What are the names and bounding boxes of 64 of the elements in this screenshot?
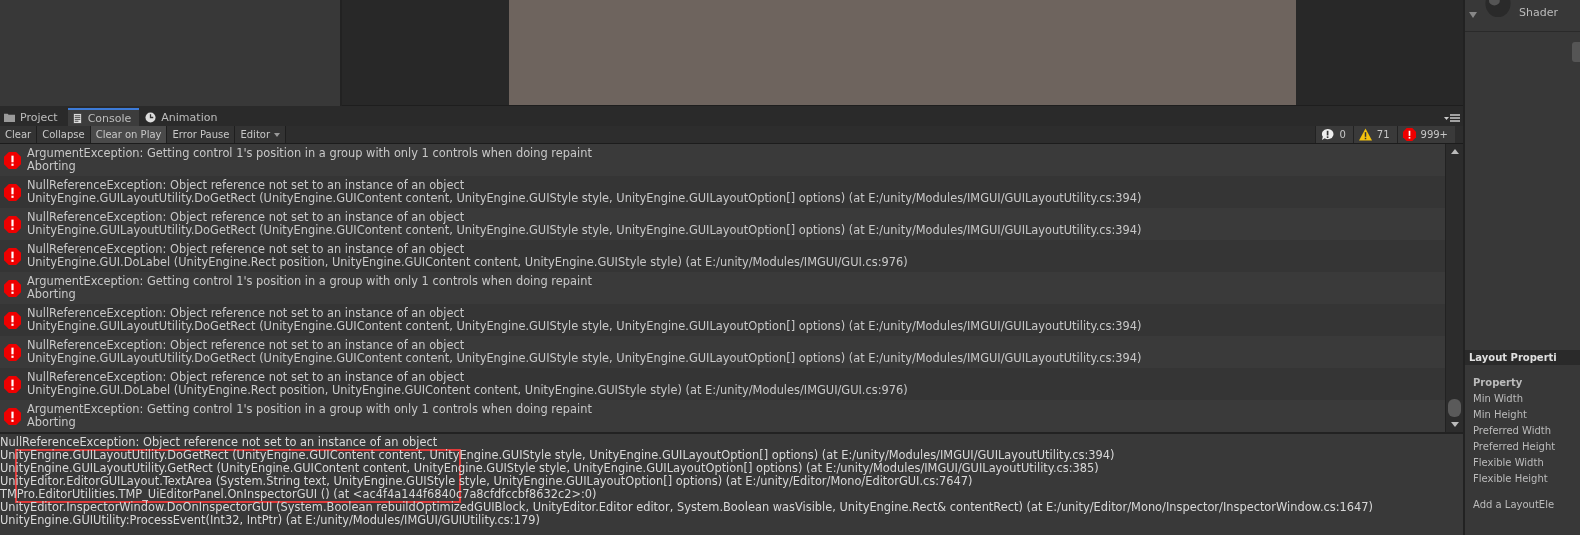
toolbar-button[interactable]: Clear on Play — [90, 126, 168, 143]
log-message: UnityEngine.GUILayoutUtility.DoGetRect (UnityEngine.GUIContent content, UnityEngine.GUIStyle style, UnityEngine.GUILayoutOption[] options) (at E:/unity/Modules/IMGUI/GUILayoutUtility.cs:394) — [27, 352, 1142, 365]
stack-trace-line: UnityEngine.GUIUtility:ProcessEvent(Int32, IntPtr) (at E:/unity/Modules/IMGUI/GUIUtility.cs:179) — [0, 514, 540, 527]
toolbar-button[interactable]: Clear — [0, 126, 38, 143]
panel-tab[interactable]: Console — [67, 108, 140, 126]
property-name: Min Width — [1473, 392, 1523, 406]
scroll-down-icon[interactable] — [1450, 422, 1459, 427]
stack-trace-line: NullReferenceException: Object reference not set to an instance of an object — [0, 436, 438, 449]
property-name: Min Height — [1473, 408, 1527, 422]
stack-trace-line: UnityEditor.InspectorWindow.DoOnInspectorGUI (System.Boolean rebuildOptimizedGUIBlock, UnityEditor.Editor editor, System.Boolean wasVisible, UnityEngine.Rect& contentRect) (at E:/unity/Editor/Mono/Inspector/InspectorWindow.cs:1647) — [0, 501, 1373, 514]
log-message: NullReferenceException: Object reference not set to an instance of an object — [27, 307, 465, 320]
error-icon — [4, 375, 21, 393]
log-message: ArgumentException: Getting control 1's position in a group with only 1 controls when doing repaint — [27, 403, 592, 416]
hint-text: Add a LayoutEle — [1473, 498, 1555, 512]
caret-icon — [274, 132, 281, 137]
error-icon — [4, 311, 21, 329]
log-message: UnityEngine.GUI.DoLabel (UnityEngine.Rect position, UnityEngine.GUIContent content, UnityEngine.GUIStyle style) (at E:/unity/Modules/IMGUI/GUI.cs:976) — [27, 256, 908, 269]
log-message: UnityEngine.GUILayoutUtility.DoGetRect (UnityEngine.GUIContent content, UnityEngine.GUIStyle style, UnityEngine.GUILayoutOption[] options) (at E:/unity/Modules/IMGUI/GUILayoutUtility.cs:394) — [27, 192, 1142, 205]
menu-icon[interactable] — [1444, 114, 1460, 122]
log-message: ArgumentException: Getting control 1's position in a group with only 1 controls when doing repaint — [27, 275, 592, 288]
log-message: NullReferenceException: Object reference not set to an instance of an object — [27, 211, 465, 224]
log-count-toggle[interactable]: 0 — [1315, 126, 1353, 143]
scroll-up-icon[interactable] — [1450, 149, 1459, 154]
log-message: Aborting — [27, 160, 76, 173]
log-message: NullReferenceException: Object reference not set to an instance of an object — [27, 339, 465, 352]
panel-title: Layout Properti — [1465, 350, 1580, 365]
error-icon — [4, 407, 21, 425]
error-icon — [4, 183, 21, 201]
error-icon — [4, 215, 21, 233]
error-icon — [4, 151, 21, 169]
panel-tab[interactable]: Project — [0, 108, 66, 126]
log-message: Aborting — [27, 288, 76, 301]
error-icon — [4, 279, 21, 297]
toolbar-button[interactable]: Collapse — [37, 126, 91, 143]
log-message: UnityEngine.GUI.DoLabel (UnityEngine.Rect position, UnityEngine.GUIContent content, UnityEngine.GUIStyle style) (at E:/unity/Modules/IMGUI/GUI.cs:976) — [27, 384, 908, 397]
log-message: UnityEngine.GUILayoutUtility.DoGetRect (UnityEngine.GUIContent content, UnityEngine.GUIStyle style, UnityEngine.GUILayoutOption[] options) (at E:/unity/Modules/IMGUI/GUILayoutUtility.cs:394) — [27, 224, 1142, 237]
scrollbar[interactable] — [1445, 144, 1463, 432]
log-message: NullReferenceException: Object reference not set to an instance of an object — [27, 179, 465, 192]
scrollbar-thumb[interactable] — [1448, 399, 1461, 417]
foldout-icon[interactable] — [1469, 12, 1477, 18]
clock-icon — [145, 111, 157, 123]
error-icon — [1402, 128, 1416, 141]
error-icon — [4, 343, 21, 361]
property-name: Flexible Height — [1473, 472, 1548, 486]
panel-tab[interactable]: Animation — [141, 108, 226, 126]
column-header: Property — [1473, 376, 1523, 390]
info-icon — [1321, 128, 1335, 141]
property-name: Preferred Height — [1473, 440, 1556, 454]
log-count-toggle[interactable]: 71 — [1352, 126, 1397, 143]
error-icon — [4, 247, 21, 265]
warning-icon — [1358, 128, 1372, 141]
log-message: UnityEngine.GUILayoutUtility.DoGetRect (UnityEngine.GUIContent content, UnityEngine.GUIStyle style, UnityEngine.GUILayoutOption[] options) (at E:/unity/Modules/IMGUI/GUILayoutUtility.cs:394) — [27, 320, 1142, 333]
log-message: NullReferenceException: Object reference not set to an instance of an object — [27, 371, 465, 384]
property-name: Flexible Width — [1473, 456, 1544, 470]
shader-label: Shader — [1519, 6, 1558, 19]
document-icon — [71, 112, 83, 124]
log-message: ArgumentException: Getting control 1's position in a group with only 1 controls when doing repaint — [27, 147, 592, 160]
log-message: Aborting — [27, 416, 76, 429]
toolbar-button[interactable]: Editor — [235, 126, 287, 143]
property-name: Preferred Width — [1473, 424, 1552, 438]
folder-icon — [4, 111, 15, 123]
log-message: NullReferenceException: Object reference not set to an instance of an object — [27, 243, 465, 256]
toolbar-button[interactable]: Error Pause — [167, 126, 236, 143]
log-count-toggle[interactable]: 999+ — [1396, 126, 1455, 143]
